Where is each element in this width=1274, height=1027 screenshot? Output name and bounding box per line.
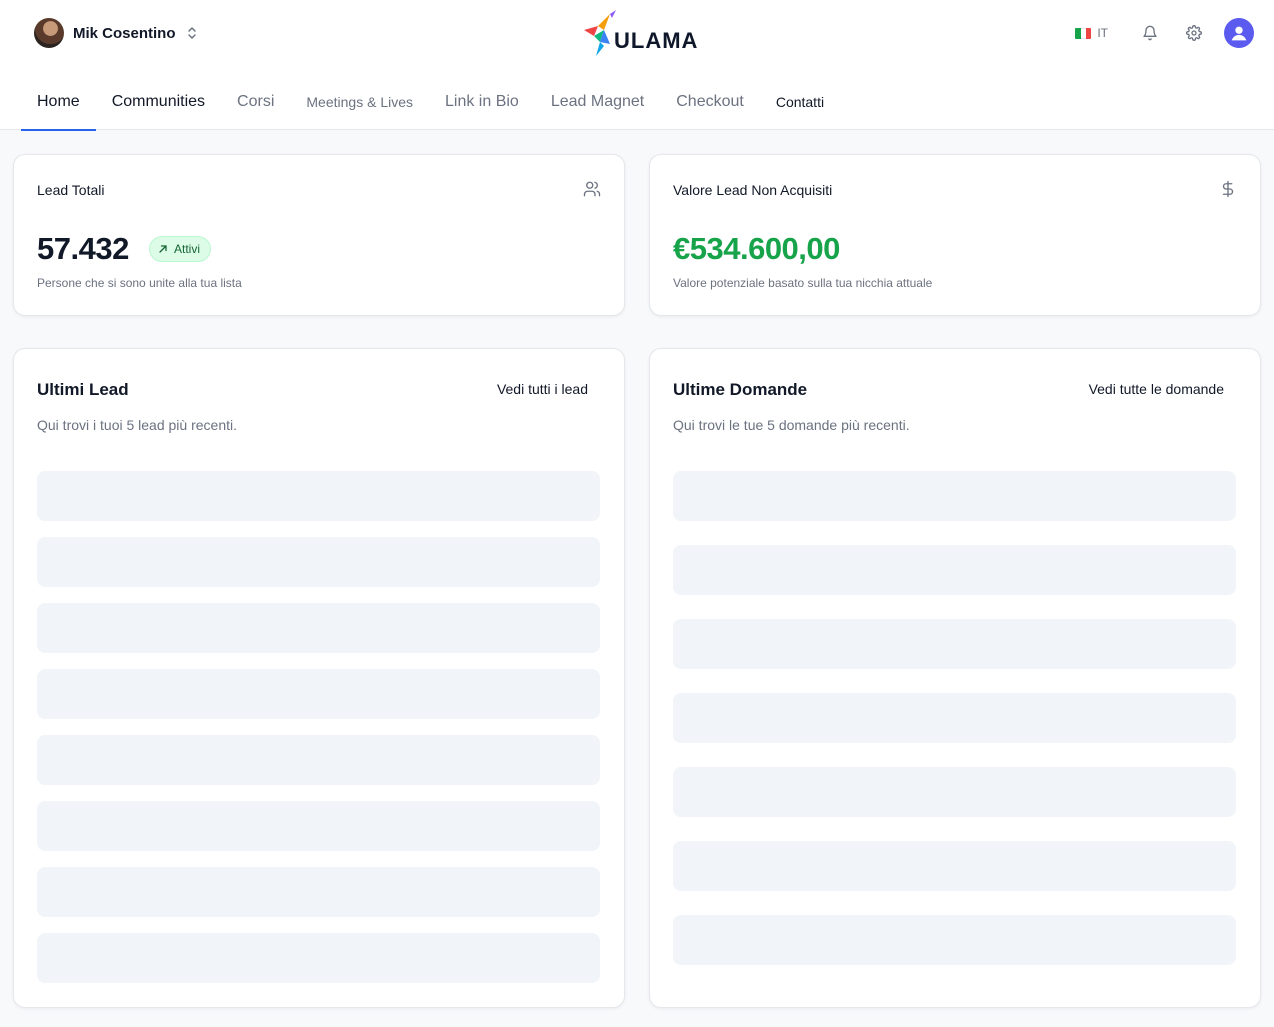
badge-label: Attivi	[174, 242, 201, 256]
tab-link-in-bio[interactable]: Link in Bio	[429, 79, 535, 130]
latest-questions-title: Ultime Domande	[673, 380, 808, 399]
loading-skeleton-row	[673, 767, 1236, 817]
loading-skeleton-row	[37, 669, 600, 719]
view-all-questions-link[interactable]: Vedi tutte le domande	[1089, 381, 1224, 397]
dollar-icon	[1222, 180, 1234, 198]
language-selector[interactable]: IT	[1075, 26, 1108, 40]
user-icon	[1231, 26, 1247, 41]
loading-skeleton-row	[673, 693, 1236, 743]
settings-button[interactable]	[1178, 17, 1210, 49]
latest-questions-subtitle: Qui trovi le tue 5 domande più recenti.	[673, 417, 910, 433]
users-icon	[583, 181, 601, 197]
latest-questions-card: Ultime Domande Vedi tutte le domande Qui…	[649, 348, 1261, 1008]
loading-skeleton-row	[37, 933, 600, 983]
lead-value-title: Valore Lead Non Acquisiti	[673, 182, 833, 198]
latest-leads-subtitle: Qui trovi i tuoi 5 lead più recenti.	[37, 417, 237, 433]
user-avatar	[34, 18, 64, 48]
loading-skeleton-row	[37, 801, 600, 851]
tab-home[interactable]: Home	[21, 79, 96, 131]
notifications-button[interactable]	[1134, 17, 1166, 49]
loading-skeleton-row	[37, 867, 600, 917]
tab-meetings-lives[interactable]: Meetings & Lives	[290, 79, 429, 130]
language-code: IT	[1097, 26, 1108, 40]
loading-skeleton-row	[37, 537, 600, 587]
latest-leads-title: Ultimi Lead	[37, 380, 129, 399]
latest-leads-card: Ultimi Lead Vedi tutti i lead Qui trovi …	[13, 348, 625, 1008]
loading-skeleton-row	[37, 603, 600, 653]
total-leads-subtitle: Persone che si sono unite alla tua lista	[37, 276, 242, 290]
logo-text: ULAMA	[614, 28, 699, 53]
bell-icon	[1143, 25, 1157, 41]
account-switcher[interactable]: Mik Cosentino	[34, 17, 198, 49]
italy-flag-icon	[1075, 27, 1092, 39]
loading-skeleton-row	[37, 471, 600, 521]
lead-value-card: Valore Lead Non Acquisiti €534.600,00 Va…	[649, 154, 1261, 316]
loading-skeleton-row	[673, 545, 1236, 595]
chevron-up-down-icon	[186, 24, 198, 42]
tab-corsi[interactable]: Corsi	[221, 79, 290, 130]
loading-skeleton-row	[37, 735, 600, 785]
main-nav: Home Communities Corsi Meetings & Lives …	[21, 79, 840, 131]
hummingbird-logo-icon	[584, 10, 616, 56]
lead-value-subtitle: Valore potenziale basato sulla tua nicch…	[673, 276, 933, 290]
status-badge: Attivi	[149, 236, 212, 262]
lead-value-amount: €534.600,00	[673, 231, 840, 266]
loading-skeleton-row	[673, 841, 1236, 891]
tab-contatti[interactable]: Contatti	[760, 79, 840, 130]
profile-avatar-button[interactable]	[1224, 18, 1254, 48]
user-name: Mik Cosentino	[73, 24, 176, 42]
arrow-up-right-icon	[159, 245, 167, 253]
tab-communities[interactable]: Communities	[96, 79, 221, 130]
loading-skeleton-row	[673, 471, 1236, 521]
loading-skeleton-row	[673, 915, 1236, 965]
view-all-leads-link[interactable]: Vedi tutti i lead	[497, 381, 588, 397]
gear-icon	[1186, 25, 1202, 41]
total-leads-value: 57.432	[37, 231, 129, 266]
total-leads-card: Lead Totali 57.432 Attivi Persone che si…	[13, 154, 625, 316]
tab-lead-magnet[interactable]: Lead Magnet	[535, 79, 660, 130]
ulama-logo[interactable]: ULAMA	[580, 8, 700, 60]
tab-checkout[interactable]: Checkout	[660, 79, 760, 130]
loading-skeleton-row	[673, 619, 1236, 669]
total-leads-title: Lead Totali	[37, 182, 105, 198]
top-header: Mik Cosentino ULAMA IT Home Communities …	[0, 0, 1274, 131]
